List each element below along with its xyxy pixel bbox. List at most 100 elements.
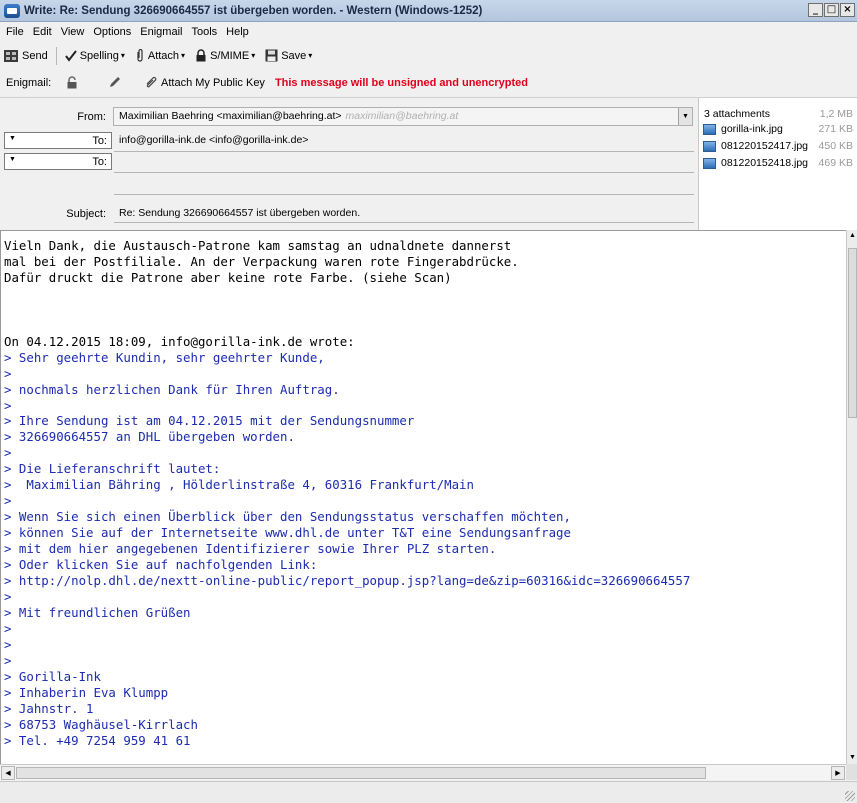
scroll-left-icon[interactable]: ◀ xyxy=(1,766,15,780)
field-divider xyxy=(114,194,694,195)
body-line: mal bei der Postfiliale. An der Verpacku… xyxy=(4,253,519,269)
image-file-icon xyxy=(703,140,716,152)
horizontal-scroll-thumb[interactable] xyxy=(16,767,706,779)
quoted-line: > xyxy=(4,445,12,461)
enigmail-label: Enigmail: xyxy=(6,76,52,89)
attachment-count: 3 attachments xyxy=(704,108,770,120)
to-field-empty[interactable] xyxy=(114,151,694,171)
smime-dropdown-icon[interactable]: ▾ xyxy=(251,51,255,60)
enigmail-bar: Enigmail: Attach My Public Key This mess… xyxy=(0,68,857,98)
scroll-up-icon[interactable]: ▲ xyxy=(847,230,857,242)
chevron-down-icon: ▼ xyxy=(9,156,16,163)
quoted-line: > xyxy=(4,652,12,668)
quoted-line: > Ihre Sendung ist am 04.12.2015 mit der… xyxy=(4,413,415,429)
save-button[interactable]: Save xyxy=(265,49,306,62)
subject-field[interactable]: Re: Sendung 326690664557 ist übergeben w… xyxy=(114,203,694,223)
to-label: To: xyxy=(92,134,107,147)
attachment-item[interactable]: 081220152417.jpg 450 KB xyxy=(699,137,857,154)
attachment-size: 450 KB xyxy=(818,140,853,152)
lock-icon xyxy=(195,49,207,62)
smime-button[interactable]: S/MIME xyxy=(195,49,249,62)
menu-enigmail[interactable]: Enigmail xyxy=(138,26,189,38)
quoted-line: > xyxy=(4,620,12,636)
attachment-item[interactable]: gorilla-ink.jpg 271 KB xyxy=(699,120,857,137)
encryption-warning: This message will be unsigned and unencr… xyxy=(274,76,528,89)
window-controls: _ □ × xyxy=(808,3,855,17)
save-dropdown-icon[interactable]: ▾ xyxy=(308,51,312,60)
close-button[interactable]: × xyxy=(840,3,855,17)
quoted-line: > Wenn Sie sich einen Überblick über den… xyxy=(4,509,571,525)
send-button[interactable]: Send xyxy=(3,49,48,63)
menu-file[interactable]: File xyxy=(4,26,31,38)
maximize-button[interactable]: □ xyxy=(824,3,839,17)
pencil-icon[interactable] xyxy=(108,76,121,89)
from-identity-hint: maximilian@baehring.at xyxy=(345,110,459,122)
attach-key-button[interactable]: Attach My Public Key xyxy=(145,76,265,89)
spelling-button[interactable]: Spelling xyxy=(64,50,119,62)
vertical-scrollbar[interactable]: ▲ ▼ xyxy=(846,230,857,764)
attachment-total-size: 1,2 MB xyxy=(819,108,853,120)
status-bar xyxy=(0,781,857,803)
quoted-line: > Jahnstr. 1 xyxy=(4,700,94,716)
quoted-line: > mit dem hier angegebenen Identifiziere… xyxy=(4,541,497,557)
message-body-editor[interactable]: Vieln Dank, die Austausch-Patrone kam sa… xyxy=(0,230,846,764)
quoted-line: > 326690664557 an DHL übergeben worden. xyxy=(4,429,295,445)
smime-label: S/MIME xyxy=(210,49,250,62)
body-line: On 04.12.2015 18:09, info@gorilla-ink.de… xyxy=(4,333,355,349)
resize-grip-icon[interactable] xyxy=(845,791,855,801)
scroll-right-icon[interactable]: ▶ xyxy=(831,766,845,780)
horizontal-scrollbar[interactable]: ◀ ▶ xyxy=(0,764,846,780)
from-field[interactable]: Maximilian Baehring <maximilian@baehring… xyxy=(113,107,693,126)
recipient-type-select[interactable]: ▼ To: xyxy=(4,132,112,149)
paperclip-icon xyxy=(135,48,145,63)
quoted-line: > Gorilla-Ink xyxy=(4,668,101,684)
menu-edit[interactable]: Edit xyxy=(31,26,59,38)
attach-button[interactable]: Attach xyxy=(135,48,180,63)
quoted-line: > nochmals herzlichen Dank für Ihren Auf… xyxy=(4,381,340,397)
to-field[interactable]: info@gorilla-ink.de <info@gorilla-ink.de… xyxy=(114,130,694,150)
quoted-line: > xyxy=(4,397,12,413)
quoted-line: > xyxy=(4,636,12,652)
window-title: Write: Re: Sendung 326690664557 ist über… xyxy=(24,4,483,17)
quoted-line: > Tel. +49 7254 959 41 61 xyxy=(4,732,191,748)
menu-tools[interactable]: Tools xyxy=(189,26,224,38)
body-line xyxy=(4,286,846,302)
chevron-down-icon: ▼ xyxy=(9,135,16,142)
from-label: From: xyxy=(77,111,106,123)
spelling-dropdown-icon[interactable]: ▾ xyxy=(121,51,125,60)
title-bar[interactable]: Write: Re: Sendung 326690664557 ist über… xyxy=(0,0,857,22)
scroll-down-icon[interactable]: ▼ xyxy=(847,752,857,764)
unlocked-padlock-icon[interactable] xyxy=(66,76,78,89)
attachment-header: 3 attachments 1,2 MB xyxy=(699,98,857,120)
attachment-size: 271 KB xyxy=(818,123,853,135)
quoted-line: > Oder klicken Sie auf nachfolgenden Lin… xyxy=(4,557,318,573)
subject-label: Subject: xyxy=(66,208,106,220)
body-line: Dafür druckt die Patrone aber keine rote… xyxy=(4,269,452,285)
menu-bar: File Edit View Options Enigmail Tools He… xyxy=(0,22,857,42)
menu-help[interactable]: Help xyxy=(224,26,256,38)
menu-view[interactable]: View xyxy=(59,26,92,38)
attachment-pane: 3 attachments 1,2 MB gorilla-ink.jpg 271… xyxy=(698,98,857,230)
minimize-button[interactable]: _ xyxy=(808,3,823,17)
attachment-name: 081220152418.jpg xyxy=(721,157,809,169)
attachment-item[interactable]: 081220152418.jpg 469 KB xyxy=(699,154,857,171)
attachment-name: 081220152417.jpg xyxy=(721,140,809,152)
attachment-name: gorilla-ink.jpg xyxy=(721,123,783,135)
attach-label: Attach xyxy=(147,49,180,62)
thunderbird-compose-icon xyxy=(4,3,20,18)
scrollbar-corner xyxy=(846,764,857,780)
message-body-text[interactable]: Vieln Dank, die Austausch-Patrone kam sa… xyxy=(1,231,846,749)
from-value: Maximilian Baehring <maximilian@baehring… xyxy=(119,110,342,122)
compose-toolbar: Send Spelling ▾ Attach ▾ S/MIME ▾ Save ▾ xyxy=(0,43,857,68)
attachment-size: 469 KB xyxy=(818,157,853,169)
attach-dropdown-icon[interactable]: ▾ xyxy=(181,51,185,60)
quoted-line: > 68753 Waghäusel-Kirrlach xyxy=(4,716,198,732)
from-dropdown-icon[interactable]: ▼ xyxy=(678,108,692,125)
body-line xyxy=(4,302,846,318)
menu-options[interactable]: Options xyxy=(91,26,138,38)
scroll-thumb[interactable] xyxy=(848,248,857,418)
toolbar-separator xyxy=(55,46,57,65)
recipient-type-select[interactable]: ▼ To: xyxy=(4,153,112,170)
quoted-line: > Maximilian Bähring , Hölderlinstraße 4… xyxy=(4,477,474,493)
image-file-icon xyxy=(703,157,716,169)
